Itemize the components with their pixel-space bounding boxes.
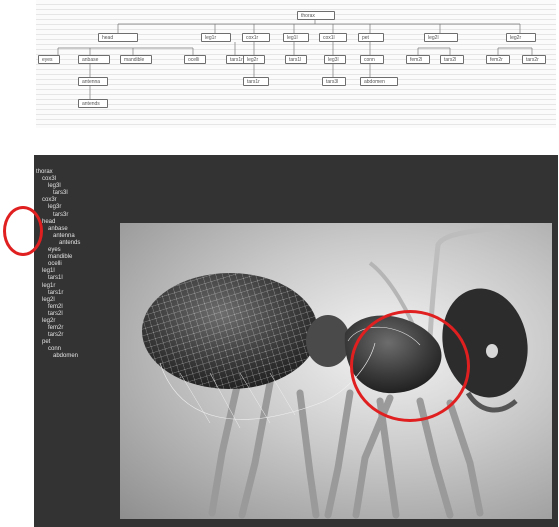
outliner-item[interactable]: tars3l (36, 190, 116, 197)
node-tars3l[interactable]: tars3l (322, 77, 346, 86)
outliner-item[interactable]: fem2l (36, 304, 116, 311)
outliner-item[interactable]: antenna (36, 233, 116, 240)
node-leg1r[interactable]: leg1r (201, 33, 231, 42)
node-leg2r[interactable]: leg2r (506, 33, 536, 42)
node-antenna[interactable]: antenna (78, 77, 108, 86)
outliner-item[interactable]: leg2r (36, 318, 116, 325)
node-leg2l[interactable]: leg2l (424, 33, 458, 42)
node-thorax[interactable]: thorax (297, 11, 335, 20)
outliner-item[interactable]: tars2r (36, 332, 116, 339)
hierarchy-editor: thorax head leg1r cox1r leg1l cox1l pet … (36, 0, 556, 128)
node-leg3l[interactable]: leg3l (324, 55, 346, 64)
node-cox1r[interactable]: cox1r (242, 33, 270, 42)
outliner-item[interactable]: antends (36, 240, 116, 247)
highlight-circle-small (3, 206, 43, 256)
node-antends[interactable]: antends (78, 99, 108, 108)
outliner-item[interactable]: leg2l (36, 297, 116, 304)
node-fem2r[interactable]: fem2r (486, 55, 510, 64)
viewport-3d[interactable]: thorax cox3l leg3l tars3l cox3r leg3r ta… (34, 155, 558, 527)
outliner-item[interactable]: anbase (36, 226, 116, 233)
node-fem2l[interactable]: fem2l (406, 55, 430, 64)
hierarchy-connections (57, 20, 533, 99)
outliner-item[interactable]: leg3l (36, 183, 116, 190)
node-tars1l[interactable]: tars1l (285, 55, 307, 64)
outliner-item[interactable]: tars1r (36, 290, 116, 297)
outliner-item[interactable]: cox3r (36, 197, 116, 204)
node-ocelli[interactable]: ocelli (184, 55, 206, 64)
node-head[interactable]: head (98, 33, 138, 42)
outliner-item[interactable]: tars2l (36, 311, 116, 318)
outliner-list: thorax cox3l leg3l tars3l cox3r leg3r ta… (36, 169, 116, 361)
node-anbase[interactable]: anbase (78, 55, 110, 64)
outliner-item[interactable]: cox3l (36, 176, 116, 183)
node-leg1l[interactable]: leg1l (283, 33, 309, 42)
node-tars1r-b[interactable]: tars1r (243, 77, 269, 86)
outliner-item[interactable]: leg1r (36, 283, 116, 290)
outliner-item[interactable]: ocelli (36, 261, 116, 268)
outliner-item[interactable]: head (36, 219, 116, 226)
outliner-item[interactable]: pet (36, 339, 116, 346)
outliner-item[interactable]: leg3r (36, 204, 116, 211)
outliner-item[interactable]: conn (36, 346, 116, 353)
ant-render-view[interactable] (120, 223, 552, 519)
outliner-item[interactable]: mandible (36, 254, 116, 261)
highlight-circle-large (350, 310, 470, 422)
outliner-item[interactable]: eyes (36, 247, 116, 254)
node-eyes[interactable]: eyes (38, 55, 60, 64)
node-cox1l[interactable]: cox1l (319, 33, 347, 42)
outliner-item[interactable]: tars3r (36, 212, 116, 219)
node-leg2r-b[interactable]: leg2r (243, 55, 265, 64)
node-mandible[interactable]: mandible (120, 55, 152, 64)
outliner-item[interactable]: fem2r (36, 325, 116, 332)
outliner-item[interactable]: thorax (36, 169, 116, 176)
outliner-item[interactable]: abdomen (36, 353, 116, 360)
outliner-item[interactable]: leg1l (36, 268, 116, 275)
node-abdomen[interactable]: abdomen (360, 77, 398, 86)
outliner-item[interactable]: tars1l (36, 275, 116, 282)
node-tars2r[interactable]: tars2r (522, 55, 546, 64)
ant-model-illustration (142, 224, 528, 519)
node-conn[interactable]: conn (360, 55, 384, 64)
node-tars2l[interactable]: tars2l (440, 55, 464, 64)
node-pet[interactable]: pet (358, 33, 384, 42)
